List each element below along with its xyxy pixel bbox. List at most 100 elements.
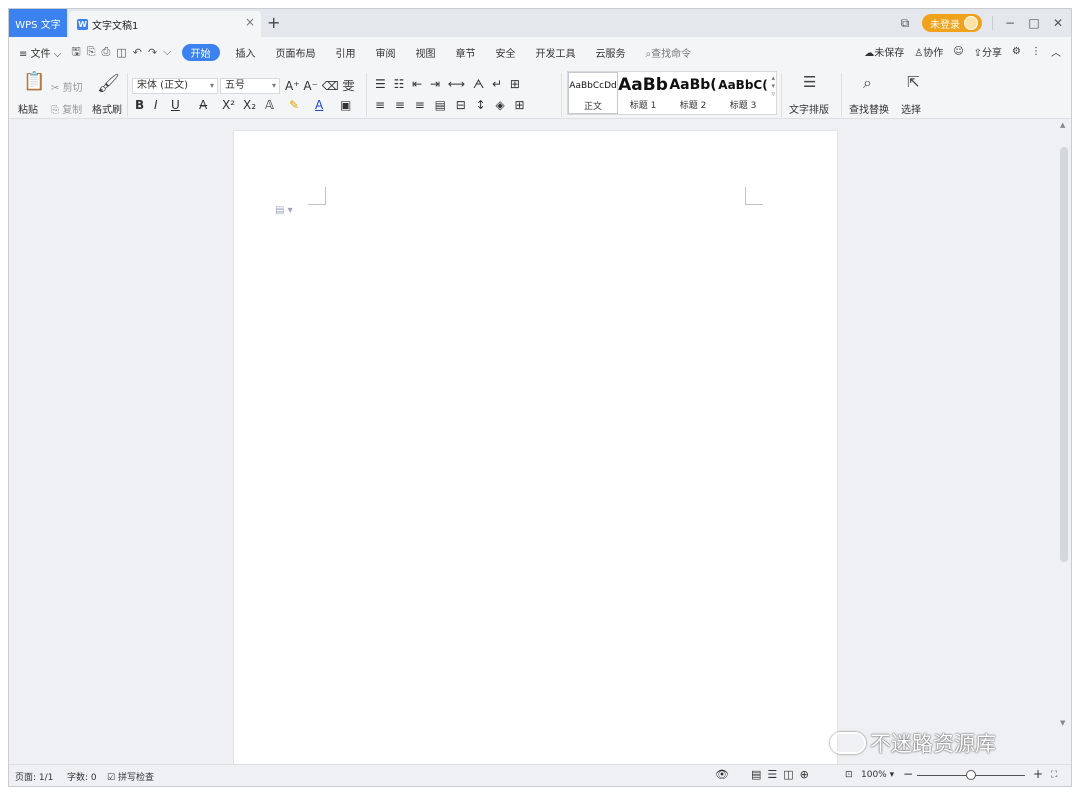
close-window-button[interactable]: ✕ xyxy=(1051,16,1065,30)
superscript-icon[interactable]: X² xyxy=(222,98,235,112)
char-border-icon[interactable]: ▣ xyxy=(340,98,351,112)
fit-page-icon[interactable]: ⊡ xyxy=(845,770,853,780)
style-normal-label: 正文 xyxy=(583,102,602,112)
tab-wps-home[interactable]: WPS 文字 xyxy=(9,9,67,37)
find-replace-button[interactable]: 查找替换 xyxy=(849,101,889,116)
redo-icon[interactable]: ↷ xyxy=(148,46,157,59)
text-effect-icon[interactable]: 𝔸 xyxy=(265,98,274,112)
style-heading-3-preview: AaBbC( xyxy=(718,78,768,92)
menu-dev-tools[interactable]: 开发工具 xyxy=(536,45,576,60)
cut-button[interactable]: ✂ 剪切 xyxy=(51,79,83,94)
minimize-button[interactable]: − xyxy=(1003,16,1017,30)
window-layout-icon[interactable]: ⧉ xyxy=(898,16,912,31)
undo-icon[interactable]: ↶ xyxy=(133,46,142,59)
login-button[interactable]: 未登录 xyxy=(922,14,982,32)
divider xyxy=(127,73,128,117)
collapse-ribbon-icon[interactable]: ︿ xyxy=(1051,44,1061,59)
font-grow-shrink-clear-icons[interactable]: A⁺ A⁻ ⌫ 雯 xyxy=(285,77,355,94)
unsaved-button[interactable]: ☁未保存 xyxy=(864,44,904,59)
scroll-down-icon[interactable]: ▼ xyxy=(1060,719,1065,727)
maximize-button[interactable]: □ xyxy=(1027,16,1041,30)
menu-page-layout[interactable]: 页面布局 xyxy=(276,45,316,60)
new-tab-button[interactable]: + xyxy=(267,13,280,32)
quick-access-dropdown-icon[interactable]: ⌵ xyxy=(163,45,171,59)
zoom-out-button[interactable]: − xyxy=(903,767,913,781)
highlight-icon[interactable]: ✎ xyxy=(289,98,299,112)
spellcheck-label: 拼写检查 xyxy=(117,773,154,783)
fullscreen-icon[interactable]: ⛶ xyxy=(1051,770,1057,780)
menu-section[interactable]: 章节 xyxy=(456,45,476,60)
print-icon[interactable]: ⎙ xyxy=(102,45,111,59)
feedback-icon[interactable]: ☺ xyxy=(953,46,963,57)
menu-insert[interactable]: 插入 xyxy=(236,45,256,60)
unsaved-label: 未保存 xyxy=(874,48,905,59)
share-button[interactable]: ⇪分享 xyxy=(974,44,1002,59)
close-tab-icon[interactable]: × xyxy=(245,15,255,29)
style-heading-1[interactable]: AaBb 标题 1 xyxy=(618,72,668,114)
select-button[interactable]: 选择 xyxy=(901,101,921,116)
export-pdf-icon[interactable]: ⎘ xyxy=(87,45,96,59)
save-icon[interactable]: 🖫 xyxy=(71,43,80,62)
format-painter-icon[interactable]: 🖌 xyxy=(97,73,120,94)
titlebar-controls: ⧉ 未登录 − □ ✕ xyxy=(898,13,1065,33)
divider xyxy=(561,73,562,117)
cut-label: 剪切 xyxy=(62,83,83,94)
menu-review[interactable]: 审阅 xyxy=(376,45,396,60)
view-mode-icons[interactable]: ▤☰◫⊕ xyxy=(751,768,815,781)
watermark: 不迷路资源库 xyxy=(830,728,996,758)
copy-icon: ⎘ xyxy=(51,105,59,116)
menu-view[interactable]: 视图 xyxy=(416,45,436,60)
style-heading-2[interactable]: AaBb( 标题 2 xyxy=(668,72,718,114)
style-scroll-icon[interactable]: ▴ ▾ ▿ xyxy=(771,74,775,98)
copy-button[interactable]: ⎘ 复制 xyxy=(51,101,82,116)
style-heading-3[interactable]: AaBbC( 标题 3 xyxy=(718,72,768,114)
document-page[interactable]: ▤ ▾ xyxy=(234,131,837,771)
paste-button[interactable]: 粘贴 xyxy=(18,101,38,116)
list-and-indent-icons[interactable]: ☰ ☷ ⇤ ⇥ ⟷ ᗅ ↵ ⊞ xyxy=(375,77,522,92)
menu-cloud-service[interactable]: 云服务 xyxy=(596,45,626,60)
zoom-in-button[interactable]: + xyxy=(1033,767,1043,781)
more-icon[interactable]: ⋮ xyxy=(1031,46,1041,57)
word-count[interactable]: 字数: 0 xyxy=(67,770,97,783)
font-name-select[interactable]: 宋体 (正文) ▾ xyxy=(132,78,218,94)
paragraph-layout-icon[interactable]: ▤ ▾ xyxy=(275,205,293,216)
menu-file[interactable]: ≡ 文件 ⌵ xyxy=(19,45,61,60)
menu-start[interactable]: 开始 xyxy=(181,43,220,61)
zoom-select[interactable]: 100% ▾ xyxy=(861,770,894,780)
settings-icon[interactable]: ⚙ xyxy=(1012,46,1021,57)
vertical-scrollbar[interactable]: ▲ ▼ xyxy=(1057,119,1071,766)
italic-icon[interactable]: I xyxy=(154,98,158,112)
spellcheck-toggle[interactable]: ☑ 拼写检查 xyxy=(107,770,154,783)
tab-document[interactable]: W 文字文稿1 × xyxy=(69,11,261,37)
collab-button[interactable]: ♙协作 xyxy=(914,44,943,59)
divider xyxy=(992,16,993,30)
format-painter-button[interactable]: 格式刷 xyxy=(92,101,122,116)
text-layout-button[interactable]: 文字排版 xyxy=(789,101,829,116)
chevron-down-icon: ▾ xyxy=(271,81,276,90)
scrollbar-thumb[interactable] xyxy=(1060,147,1068,562)
alignment-icons[interactable]: ≡ ≡ ≡ ▤ ⊟ ↕ ◈ ⊞ xyxy=(375,98,528,112)
scroll-up-icon[interactable]: ▲ xyxy=(1060,121,1065,129)
eye-protection-icon[interactable]: 👁 xyxy=(715,768,729,781)
underline-icon[interactable]: U xyxy=(171,98,180,112)
text-layout-icon[interactable]: ☰ xyxy=(803,73,816,91)
font-color-icon[interactable]: A xyxy=(315,98,323,112)
subscript-icon[interactable]: X₂ xyxy=(243,98,256,112)
print-preview-icon[interactable]: ◫ xyxy=(116,46,126,59)
menu-security[interactable]: 安全 xyxy=(496,45,516,60)
zoom-slider-handle[interactable] xyxy=(966,770,976,780)
paste-icon[interactable]: 📋 xyxy=(23,71,45,92)
menu-references[interactable]: 引用 xyxy=(336,45,356,60)
bold-icon[interactable]: B xyxy=(135,98,144,112)
cursor-select-icon[interactable]: ⇱ xyxy=(907,73,920,91)
strikethrough-icon[interactable]: A̶ xyxy=(199,98,207,112)
font-size-select[interactable]: 五号 ▾ xyxy=(220,78,280,94)
search-command[interactable]: ⌕查找命令 xyxy=(646,45,692,60)
collab-label: 协作 xyxy=(923,48,944,59)
font-size-value: 五号 xyxy=(225,80,245,91)
font-name-value: 宋体 (正文) xyxy=(137,80,188,91)
menu-right-actions: ☁未保存 ♙协作 ☺ ⇪分享 ⚙ ⋮ ︿ xyxy=(864,44,1061,59)
find-icon[interactable]: ⌕ xyxy=(863,73,872,93)
style-normal[interactable]: AaBbCcDd 正文 xyxy=(568,72,618,114)
page-count[interactable]: 页面: 1/1 xyxy=(15,770,53,783)
